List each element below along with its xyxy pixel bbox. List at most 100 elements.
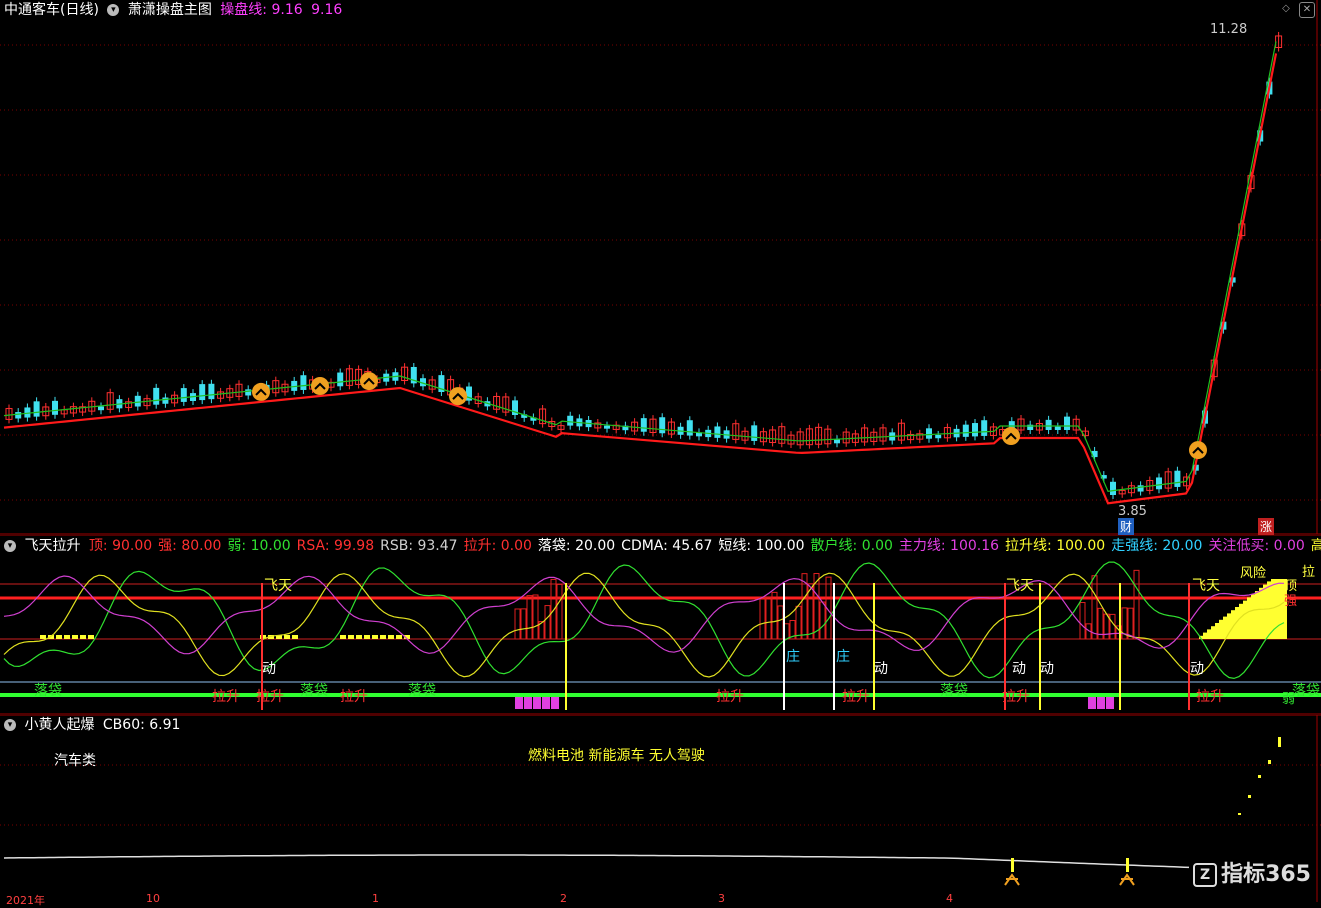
red-hist-bar — [1109, 613, 1116, 640]
candle-body — [1156, 477, 1162, 490]
red-hist-bar — [1133, 569, 1140, 640]
high-price-label: 11.28 — [1210, 22, 1248, 37]
yellow-hist-bar — [40, 635, 46, 639]
take-profit-label-4: 落袋 — [1292, 683, 1320, 699]
red-hist-bar — [544, 605, 551, 640]
candle-body — [1054, 426, 1061, 430]
feitian-label-2: 飞天 — [1006, 578, 1034, 594]
yellow-ramp-bar — [1203, 632, 1207, 639]
explosion-bar-4 — [1278, 737, 1281, 747]
take-profit-label-1: 落袋 — [300, 683, 328, 699]
candle-body — [134, 395, 141, 407]
candle-body — [245, 389, 252, 396]
red-hist-bar — [556, 583, 563, 640]
minion-figure — [1004, 873, 1020, 886]
candle-body — [714, 426, 721, 438]
take-profit-label-2: 落袋 — [408, 683, 436, 699]
watermark-logo: Z 指标365 — [1193, 856, 1311, 888]
yellow-hist-bar — [356, 635, 362, 639]
red-hist-bar — [532, 594, 539, 640]
candle-body — [1110, 481, 1116, 495]
magenta-block — [542, 697, 550, 709]
feitian-label-1: 飞天 — [264, 578, 292, 594]
feitian-indicator-chart[interactable] — [0, 535, 1321, 715]
explosion-bar-2 — [1258, 775, 1261, 778]
limit-up-badge[interactable]: 涨 — [1258, 518, 1275, 535]
lift-label-4: 拉升 — [842, 689, 870, 705]
red-hist-bar — [1079, 602, 1086, 640]
minion-stem — [1011, 858, 1014, 872]
price-chart[interactable] — [0, 0, 1321, 535]
red-hist-bar — [514, 608, 521, 640]
candle-body — [640, 418, 647, 432]
magenta-block — [515, 697, 523, 709]
finance-badge[interactable]: 财 — [1118, 518, 1135, 535]
minion-stem — [1126, 858, 1129, 872]
lift-label-0: 拉升 — [212, 689, 240, 705]
candle-body — [199, 384, 206, 401]
buy-signal-icon-5 — [1189, 441, 1207, 460]
lift-label-5: 拉升 — [1002, 689, 1030, 705]
buy-signal-icon-0 — [252, 382, 270, 401]
yellow-hist-bar — [284, 635, 290, 639]
xiaohuangren-indicator-chart[interactable] — [0, 715, 1321, 902]
minion-icon-1 — [1119, 858, 1135, 886]
axis-tick-year: 2021年 — [6, 894, 45, 907]
candle-body — [98, 406, 104, 411]
candle-body — [1064, 416, 1070, 430]
move-label-2: 动 — [1040, 661, 1054, 677]
move-label-4: 动 — [1190, 661, 1204, 677]
yellow-ramp-bar — [1239, 603, 1243, 639]
feitian-label-3: 飞天 — [1192, 578, 1220, 594]
magenta-block — [551, 697, 559, 709]
red-hist-bar — [520, 608, 527, 640]
candle-body — [52, 400, 58, 415]
yellow-ramp-bar — [1267, 581, 1271, 639]
candle-body — [33, 401, 40, 417]
move-label-0: 动 — [262, 661, 276, 677]
dealer-label-1: 庄 — [836, 649, 850, 665]
candle-body — [659, 417, 666, 434]
yellow-ramp-bar — [1207, 629, 1211, 639]
candle-body — [567, 415, 574, 426]
lift-label-6: 拉升 — [1196, 689, 1224, 705]
lift-label-3: 拉升 — [716, 689, 744, 705]
buy-signal-circle — [360, 372, 378, 391]
buy-signal-icon-3 — [449, 387, 467, 406]
candle-body — [981, 420, 988, 436]
magenta-block — [533, 697, 541, 709]
red-hist-bar — [765, 596, 772, 640]
candle-body — [972, 423, 978, 437]
magenta-block — [524, 697, 532, 709]
explosion-bar-1 — [1248, 795, 1251, 798]
yellow-hist-bar — [80, 635, 86, 639]
buy-signal-circle — [449, 387, 467, 406]
yellow-ramp-bar — [1243, 600, 1247, 639]
yellow-ramp-bar — [1263, 584, 1267, 639]
yellow-ramp-bar — [1275, 579, 1279, 639]
candle-body — [208, 383, 215, 400]
move-label-1: 动 — [1012, 661, 1026, 677]
yellow-hist-bar — [64, 635, 70, 639]
candle-body — [337, 372, 344, 387]
axis-tick-2: 2 — [560, 892, 567, 905]
buy-signal-circle — [252, 382, 270, 401]
buy-signal-icon-4 — [1002, 427, 1020, 445]
candle-body — [1137, 485, 1144, 492]
buy-signal-icon-1 — [311, 377, 329, 395]
yellow-hist-bar — [380, 635, 386, 639]
red-hist-bar — [759, 596, 766, 640]
yellow-hist-bar — [56, 635, 62, 639]
minion-figure — [1119, 873, 1135, 886]
yellow-ramp-bar — [1251, 594, 1255, 639]
dealer-label-0: 庄 — [786, 649, 800, 665]
yellow-hist-bar — [348, 635, 354, 639]
candle-body — [1045, 419, 1052, 430]
take-profit-label-3: 落袋 — [940, 683, 968, 699]
candle-body — [162, 397, 169, 404]
candle-body — [604, 425, 610, 429]
magenta-block — [1097, 697, 1105, 709]
yellow-hist-bar — [72, 635, 78, 639]
yellow-hist-bar — [372, 635, 378, 639]
green-trend-line — [3, 41, 1277, 492]
